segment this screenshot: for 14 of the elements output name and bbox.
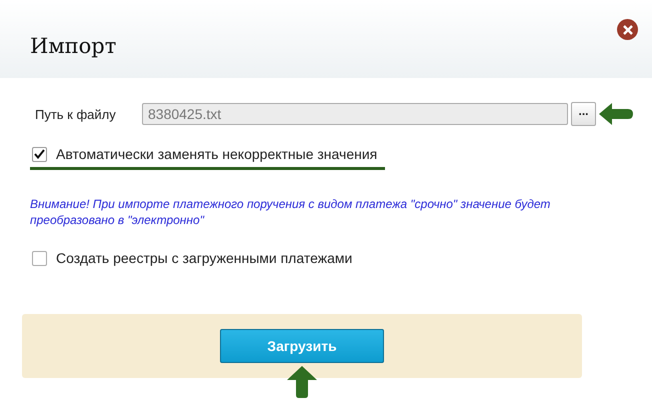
window-title: Импорт xyxy=(30,34,116,58)
close-button[interactable] xyxy=(617,19,638,40)
checkbox-option[interactable]: Создать реестры с загруженными платежами xyxy=(30,250,360,274)
warning-notice: Внимание! При импорте платежного поручения с видом платежа "срочно" значение будет преобразовано в "электронно" xyxy=(30,196,552,228)
checkbox[interactable] xyxy=(32,146,47,162)
browse-button[interactable]: ... xyxy=(571,102,596,126)
checkmark-icon xyxy=(34,149,45,159)
arrow-up-icon xyxy=(287,366,317,398)
arrow-left-icon xyxy=(599,103,633,125)
close-icon xyxy=(622,24,632,34)
field-label: Путь к файлу xyxy=(35,106,117,122)
checkbox[interactable] xyxy=(32,250,47,266)
highlighted-option[interactable]: Автоматически заменять некорректные значения xyxy=(30,146,386,170)
file-path-field[interactable]: 8380425.txt xyxy=(142,103,568,125)
